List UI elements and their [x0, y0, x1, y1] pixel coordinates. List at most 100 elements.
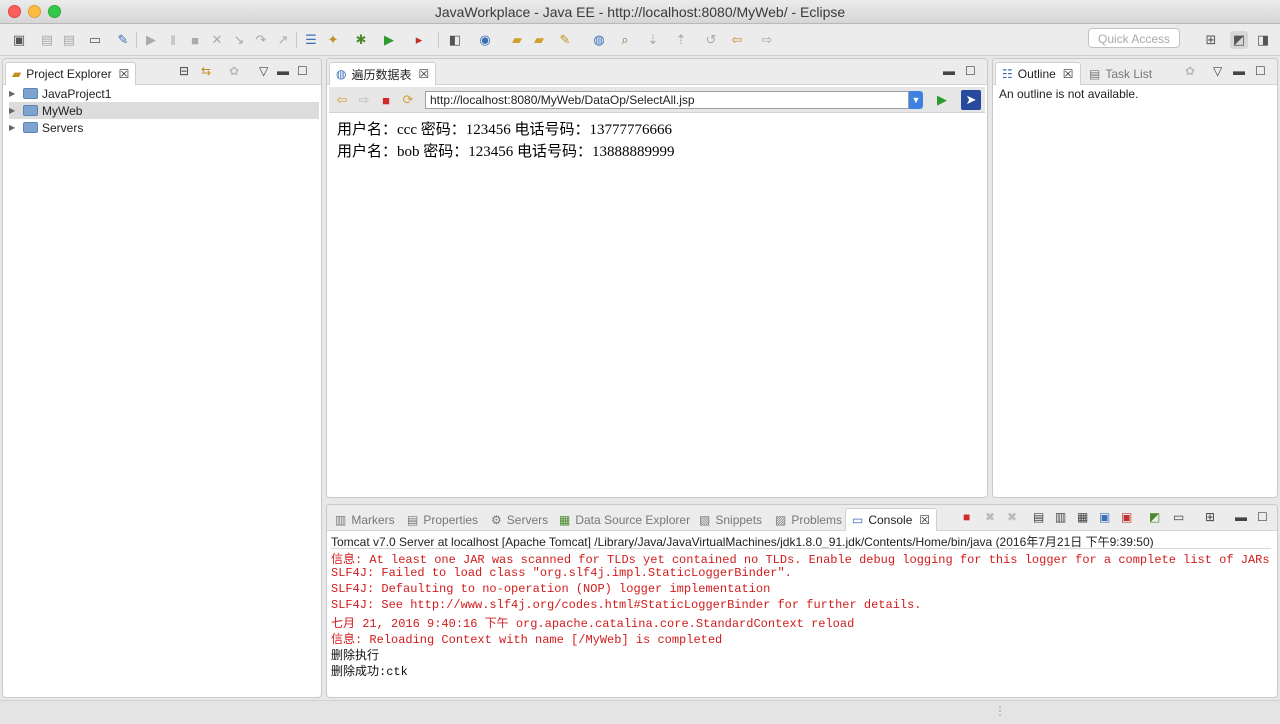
step-into-icon[interactable]: ↘ [230, 31, 248, 49]
terminal-icon[interactable]: ▭ [86, 31, 104, 49]
maximize-icon[interactable]: ☐ [965, 64, 976, 78]
tab-task-list[interactable]: ▤ Task List [1083, 62, 1158, 85]
skip-breakpoints-icon[interactable]: ✎ [114, 31, 132, 49]
filter-icon[interactable]: ✿ [1185, 64, 1195, 78]
tree-item-myweb[interactable]: ▶ MyWeb [9, 102, 319, 119]
close-icon[interactable]: ☒ [419, 67, 430, 81]
maximize-icon[interactable]: ☐ [297, 64, 308, 78]
show-on-stderr-icon[interactable]: ▣ [1121, 510, 1132, 524]
save-all-icon[interactable]: ▤ [60, 31, 78, 49]
display-console-icon[interactable]: ▭ [1173, 510, 1184, 524]
maximize-icon[interactable]: ☐ [1257, 510, 1268, 524]
outline-panel: ☷ Outline ☒ ▤ Task List ✿ ▽ ▬ ☐ An outli… [992, 58, 1278, 498]
view-menu-icon[interactable]: ▽ [259, 64, 268, 78]
back-icon[interactable]: ⇦ [333, 91, 351, 109]
editor-header: ◍ 遍历数据表 ☒ ▬ ☐ [327, 59, 987, 85]
save-icon[interactable]: ▤ [38, 31, 56, 49]
close-icon[interactable]: ☒ [119, 67, 130, 81]
tab-outline[interactable]: ☷ Outline ☒ [995, 62, 1081, 85]
close-icon[interactable]: ☒ [1063, 67, 1074, 81]
view-menu-icon[interactable]: ▽ [1213, 64, 1222, 78]
resume-icon[interactable]: ▶ [142, 31, 160, 49]
console-output-line: 信息: At least one JAR was scanned for TLD… [331, 553, 1278, 567]
expand-arrow-icon[interactable]: ▶ [9, 106, 19, 115]
scroll-lock-icon[interactable]: ▥ [1055, 510, 1066, 524]
title-bar: JavaWorkplace - Java EE - http://localho… [0, 0, 1280, 24]
prev-annotation-icon[interactable]: ⇡ [672, 31, 690, 49]
next-annotation-icon[interactable]: ⇣ [644, 31, 662, 49]
minimize-icon[interactable]: ▬ [1235, 510, 1247, 524]
console-output-line: SLF4J: Failed to load class "org.slf4j.i… [331, 566, 792, 580]
minimize-icon[interactable]: ▬ [1233, 64, 1245, 78]
go-icon[interactable]: ▶ [933, 91, 951, 109]
last-edit-icon[interactable]: ↺ [702, 31, 720, 49]
tree-item-servers[interactable]: ▶ Servers [9, 119, 83, 136]
eclipse-browser-icon[interactable]: ➤ [961, 90, 981, 110]
expand-arrow-icon[interactable]: ▶ [9, 123, 19, 132]
clear-console-icon[interactable]: ▤ [1033, 510, 1044, 524]
close-icon[interactable]: ☒ [919, 513, 930, 527]
terminate-icon[interactable]: ■ [963, 510, 970, 524]
forward-icon[interactable]: ⇨ [758, 31, 776, 49]
javaee-perspective-icon[interactable]: ◩ [1230, 31, 1248, 49]
remove-launch-icon[interactable]: ✖ [985, 510, 995, 524]
tab-snippets[interactable]: ▧ Snippets [693, 508, 768, 531]
stop-icon[interactable]: ■ [377, 91, 395, 109]
tree-item-javaproject1[interactable]: ▶ JavaProject1 [9, 85, 111, 102]
properties-icon: ▤ [407, 512, 419, 527]
tab-data-source-explorer[interactable]: ▦ Data Source Explorer [553, 508, 696, 531]
open-perspective-icon[interactable]: ⊞ [1202, 31, 1220, 49]
pencil-icon[interactable]: ✎ [556, 31, 574, 49]
minimize-icon[interactable]: ▬ [277, 64, 289, 78]
list-icon[interactable]: ☰ [302, 31, 320, 49]
tab-properties[interactable]: ▤ Properties [401, 508, 484, 531]
console-output-line: SLF4J: See http://www.slf4j.org/codes.ht… [331, 598, 922, 612]
external-tools-icon[interactable]: ▸ [410, 31, 428, 49]
open-type-icon[interactable]: ▰ [508, 31, 526, 49]
outline-message: An outline is not available. [999, 87, 1139, 101]
expand-arrow-icon[interactable]: ▶ [9, 89, 19, 98]
url-input[interactable]: http://localhost:8080/MyWeb/DataOp/Selec… [425, 91, 909, 109]
back-icon[interactable]: ⇦ [728, 31, 746, 49]
tab-markers[interactable]: ▥ Markers [329, 508, 401, 531]
url-dropdown-icon[interactable]: ▼ [909, 91, 923, 109]
tab-problems[interactable]: ▨ Problems [769, 508, 848, 531]
open-console-icon[interactable]: ⊞ [1205, 510, 1215, 524]
tab-console[interactable]: ▭ Console ☒ [845, 508, 938, 531]
open-folder-icon[interactable]: ▰ [530, 31, 548, 49]
java-perspective-icon[interactable]: ◨ [1254, 31, 1272, 49]
tab-label: Data Source Explorer [575, 512, 691, 527]
tab-project-explorer[interactable]: ▰ Project Explorer ☒ [5, 62, 137, 85]
remove-all-icon[interactable]: ✖ [1007, 510, 1017, 524]
step-over-icon[interactable]: ↷ [252, 31, 270, 49]
filter-icon[interactable]: ✿ [229, 64, 239, 78]
forward-icon[interactable]: ⇨ [355, 91, 373, 109]
show-on-stdout-icon[interactable]: ▣ [1099, 510, 1110, 524]
refresh-icon[interactable]: ⟳ [399, 91, 417, 109]
project-folder-icon [23, 105, 38, 116]
web-browser-icon[interactable]: ◍ [590, 31, 608, 49]
word-wrap-icon[interactable]: ▦ [1077, 510, 1088, 524]
pin-console-icon[interactable]: ◩ [1149, 510, 1160, 524]
snippets-icon: ▧ [699, 512, 711, 527]
wand-icon[interactable]: ✦ [324, 31, 342, 49]
new-wizard-icon[interactable]: ▣ [10, 31, 28, 49]
suspend-icon[interactable]: ‖ [164, 31, 182, 49]
search-icon[interactable]: ⌕ [616, 31, 634, 49]
maximize-icon[interactable]: ☐ [1255, 64, 1266, 78]
collapse-all-icon[interactable]: ⊟ [179, 64, 189, 78]
run-icon[interactable]: ▶ [380, 31, 398, 49]
link-editor-icon[interactable]: ⇆ [201, 64, 211, 78]
tab-servers[interactable]: ⚙ Servers [485, 508, 554, 531]
status-bar: ⋮ [0, 700, 1280, 724]
globe-icon[interactable]: ◉ [476, 31, 494, 49]
quick-access-input[interactable]: Quick Access [1088, 28, 1180, 48]
terminate-icon[interactable]: ■ [186, 31, 204, 49]
disconnect-icon[interactable]: ✕ [208, 31, 226, 49]
debug-icon[interactable]: ✱ [352, 31, 370, 49]
step-return-icon[interactable]: ↗ [274, 31, 292, 49]
project-explorer-panel: ▰ Project Explorer ☒ ⊟ ⇆ ✿ ▽ ▬ ☐ ▶ JavaP… [2, 58, 322, 698]
server-icon[interactable]: ◧ [446, 31, 464, 49]
minimize-icon[interactable]: ▬ [943, 64, 955, 78]
tab-browser[interactable]: ◍ 遍历数据表 ☒ [329, 62, 437, 85]
